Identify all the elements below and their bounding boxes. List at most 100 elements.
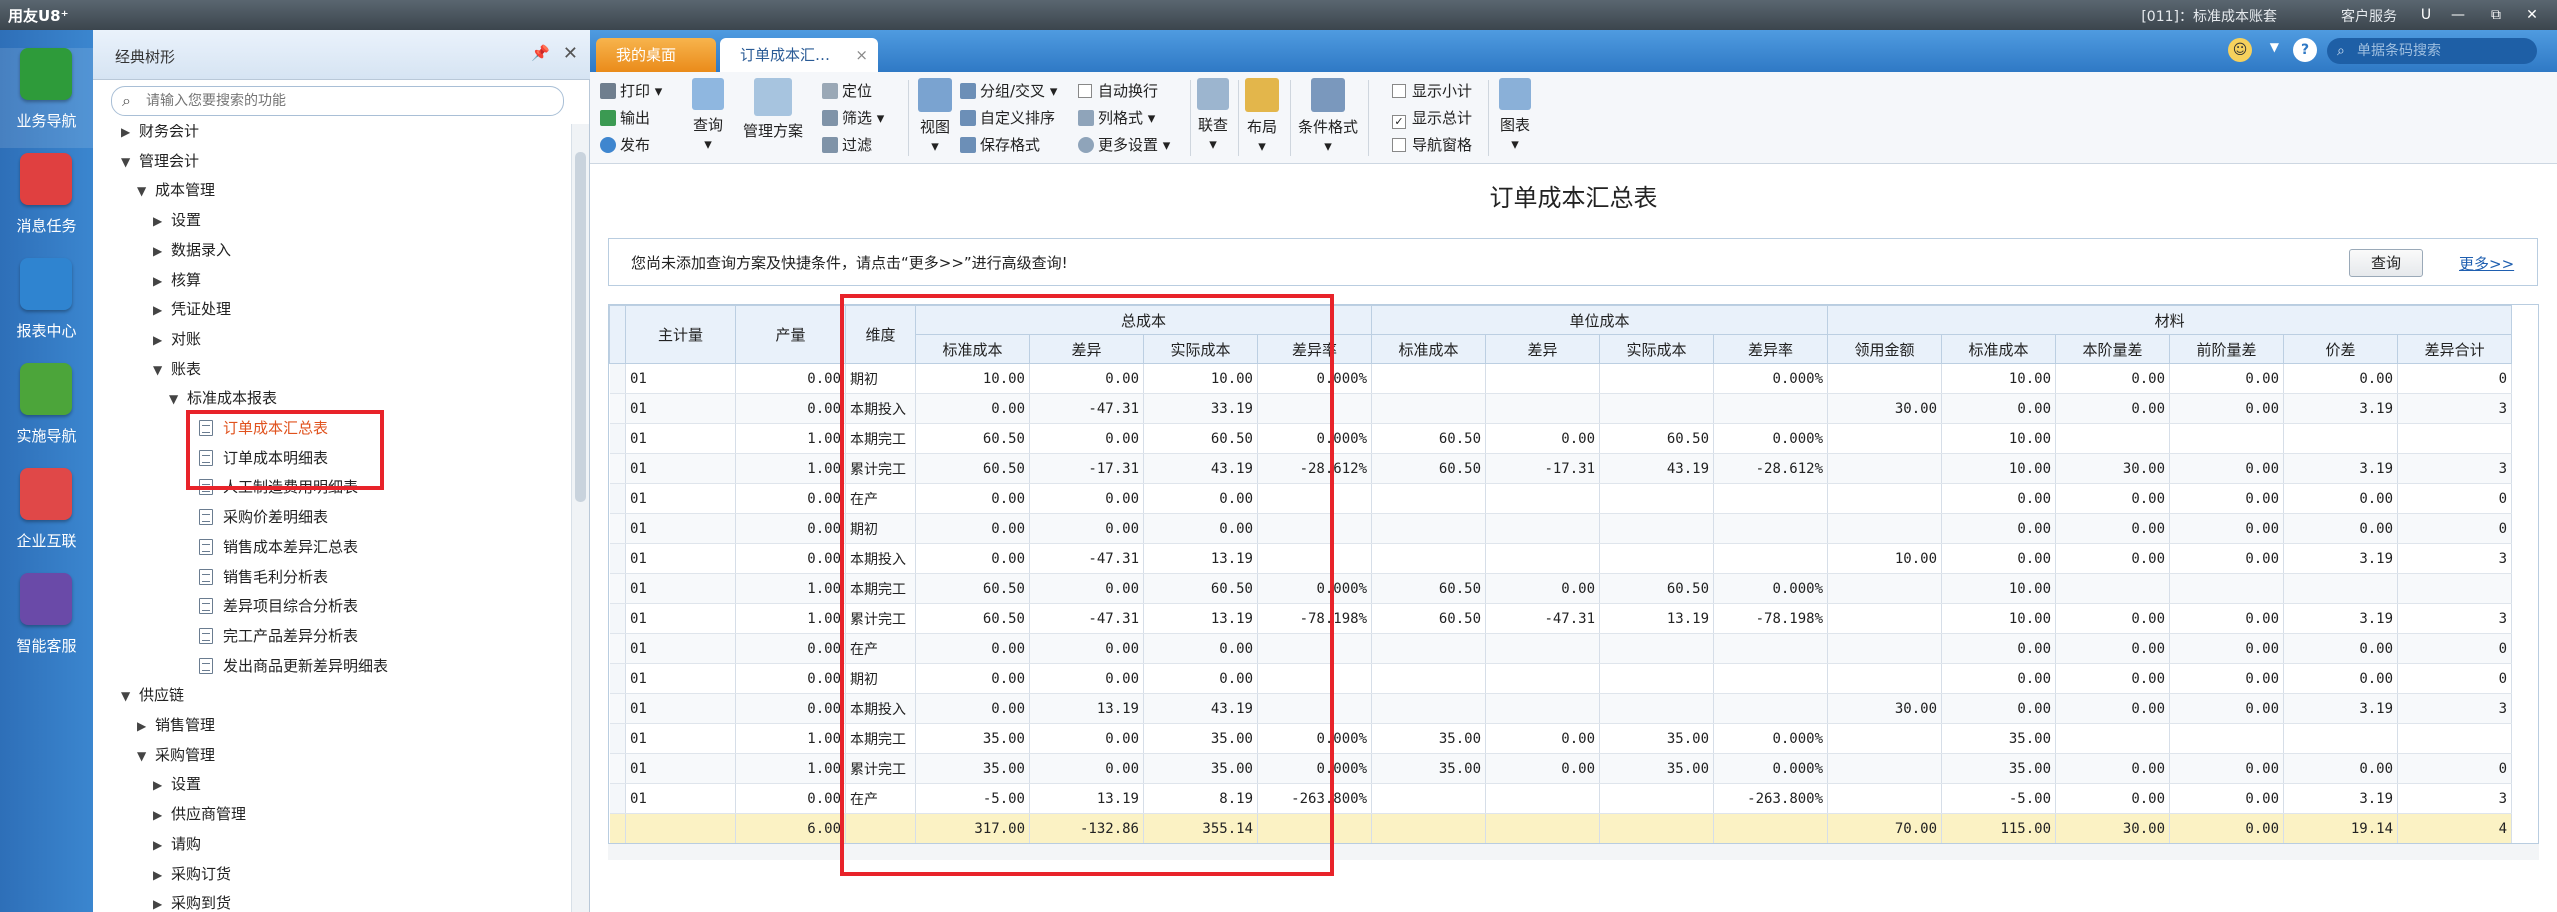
scroll-thumb[interactable] (575, 152, 586, 502)
table-cell[interactable]: 0 (2397, 513, 2513, 544)
table-cell[interactable] (1485, 513, 1601, 544)
tree-node[interactable]: ▶ 采购到货 (153, 890, 231, 912)
table-cell[interactable] (2283, 423, 2399, 454)
tree-node[interactable]: ▶ 数据录入 (153, 237, 231, 263)
table-cell[interactable]: 0.00 (2169, 633, 2285, 664)
table-cell[interactable]: 3.19 (2283, 543, 2399, 574)
table-cell[interactable]: 0.00 (1485, 423, 1601, 454)
chevron-right-icon[interactable]: ▶ (153, 891, 171, 912)
chevron-right-icon[interactable]: ▶ (153, 772, 171, 798)
table-cell[interactable]: 0.00 (735, 693, 846, 724)
table-cell[interactable] (1599, 693, 1715, 724)
table-cell[interactable] (1599, 783, 1715, 814)
table-cell[interactable] (2169, 423, 2285, 454)
export-button[interactable]: 输出 (600, 107, 650, 128)
table-cell[interactable]: 3 (2397, 693, 2513, 724)
tree-node[interactable]: 发出商品更新差异明细表 (199, 653, 388, 679)
table-cell[interactable]: 3.19 (2283, 453, 2399, 484)
table-cell[interactable]: 0.00 (735, 363, 846, 394)
rail-item-0[interactable]: 业务导航 (0, 48, 93, 148)
table-cell[interactable]: 0.00 (2169, 513, 2285, 544)
table-cell[interactable]: 0.00 (2169, 363, 2285, 394)
table-cell[interactable]: 30.00 (1827, 393, 1943, 424)
table-cell[interactable] (2169, 723, 2285, 754)
chevron-right-icon[interactable]: ▶ (153, 208, 171, 234)
table-cell[interactable] (1371, 363, 1487, 394)
table-cell[interactable] (1599, 363, 1715, 394)
u-icon[interactable]: U (2413, 3, 2439, 27)
table-cell[interactable]: 01 (625, 693, 736, 724)
table-cell[interactable] (1713, 663, 1829, 694)
table-cell[interactable] (1485, 813, 1601, 843)
table-cell[interactable]: 60.50 (1599, 573, 1715, 604)
table-cell[interactable]: 0.00 (2055, 753, 2171, 784)
table-cell[interactable]: 0.00 (735, 543, 846, 574)
table-cell[interactable] (2397, 423, 2513, 454)
table-cell[interactable] (1713, 393, 1829, 424)
table-cell[interactable]: 0.00 (1941, 663, 2057, 694)
table-cell[interactable]: 0.00 (735, 663, 846, 694)
table-cell[interactable]: 0.00 (2169, 663, 2285, 694)
table-cell[interactable]: 3 (2397, 603, 2513, 634)
table-cell[interactable]: -47.31 (1485, 603, 1601, 634)
table-cell[interactable]: 0.00 (1941, 543, 2057, 574)
tree-node[interactable]: ▶ 销售管理 (137, 712, 215, 738)
table-cell[interactable]: -5.00 (1941, 783, 2057, 814)
table-cell[interactable]: 1.00 (735, 723, 846, 754)
chevron-down-icon[interactable]: ▼ (121, 149, 139, 175)
chevron-down-icon[interactable]: ▼ (137, 178, 155, 204)
auto-wrap-checkbox[interactable]: 自动换行 (1078, 80, 1158, 101)
chevron-down-icon[interactable]: ▼ (137, 743, 155, 769)
tree-node[interactable]: 采购价差明细表 (199, 504, 328, 530)
table-cell[interactable]: 0.00 (735, 633, 846, 664)
table-cell[interactable] (1371, 513, 1487, 544)
table-cell[interactable] (1599, 393, 1715, 424)
table-cell[interactable] (1371, 393, 1487, 424)
table-cell[interactable]: 0 (2397, 753, 2513, 784)
publish-button[interactable]: 发布 (600, 134, 650, 155)
search-input[interactable] (146, 90, 546, 112)
more-settings-button[interactable]: 更多设置 ▾ (1078, 134, 1170, 155)
column-header[interactable]: 价差 (2283, 334, 2399, 364)
table-cell[interactable]: 35.00 (1371, 723, 1487, 754)
table-cell[interactable]: 10.00 (1941, 453, 2057, 484)
table-cell[interactable]: 0.00 (2055, 543, 2171, 574)
table-cell[interactable]: 0.00 (2283, 633, 2399, 664)
table-cell[interactable]: 6.00 (735, 813, 846, 843)
table-cell[interactable] (1485, 783, 1601, 814)
table-cell[interactable]: 4 (2397, 813, 2513, 843)
table-cell[interactable]: 19.14 (2283, 813, 2399, 843)
save-format-button[interactable]: 保存格式 (960, 134, 1040, 155)
tab-close-icon[interactable]: × (855, 38, 868, 72)
show-subtotal-checkbox[interactable]: 显示小计 (1392, 80, 1472, 101)
table-cell[interactable]: 01 (625, 423, 736, 454)
chevron-right-icon[interactable]: ▶ (153, 268, 171, 294)
table-cell[interactable]: 0.00 (2283, 663, 2399, 694)
table-cell[interactable]: 0.00 (1485, 573, 1601, 604)
print-button[interactable]: 打印 ▾ (600, 80, 662, 101)
smiley-icon[interactable]: ☺ (2228, 38, 2252, 62)
tab-order-cost-summary[interactable]: 订单成本汇… × (720, 38, 878, 72)
tab-my-desktop[interactable]: 我的桌面 (596, 38, 716, 72)
table-cell[interactable]: 0.00 (2055, 633, 2171, 664)
chevron-down-icon[interactable]: ▼ (2270, 40, 2279, 54)
table-cell[interactable]: 0.00 (2169, 783, 2285, 814)
table-cell[interactable]: 0.00 (2169, 753, 2285, 784)
chevron-right-icon[interactable]: ▶ (153, 238, 171, 264)
table-cell[interactable] (1827, 483, 1943, 514)
table-cell[interactable] (1371, 483, 1487, 514)
tree-node[interactable]: 销售成本差异汇总表 (199, 534, 358, 560)
table-cell[interactable]: 1.00 (735, 573, 846, 604)
table-cell[interactable]: 0.000% (1713, 723, 1829, 754)
table-cell[interactable]: -17.31 (1485, 453, 1601, 484)
table-cell[interactable] (2055, 723, 2171, 754)
table-cell[interactable]: 01 (625, 543, 736, 574)
tree-node[interactable]: ▶ 采购订货 (153, 861, 231, 887)
layout-button[interactable]: 布局 ▾ (1242, 78, 1282, 155)
table-cell[interactable] (2397, 723, 2513, 754)
table-cell[interactable] (1713, 693, 1829, 724)
table-cell[interactable]: 0.00 (2283, 363, 2399, 394)
column-header[interactable]: 差异 (1485, 334, 1601, 364)
query-button[interactable]: 查询 (2349, 249, 2423, 277)
table-cell[interactable] (1713, 543, 1829, 574)
